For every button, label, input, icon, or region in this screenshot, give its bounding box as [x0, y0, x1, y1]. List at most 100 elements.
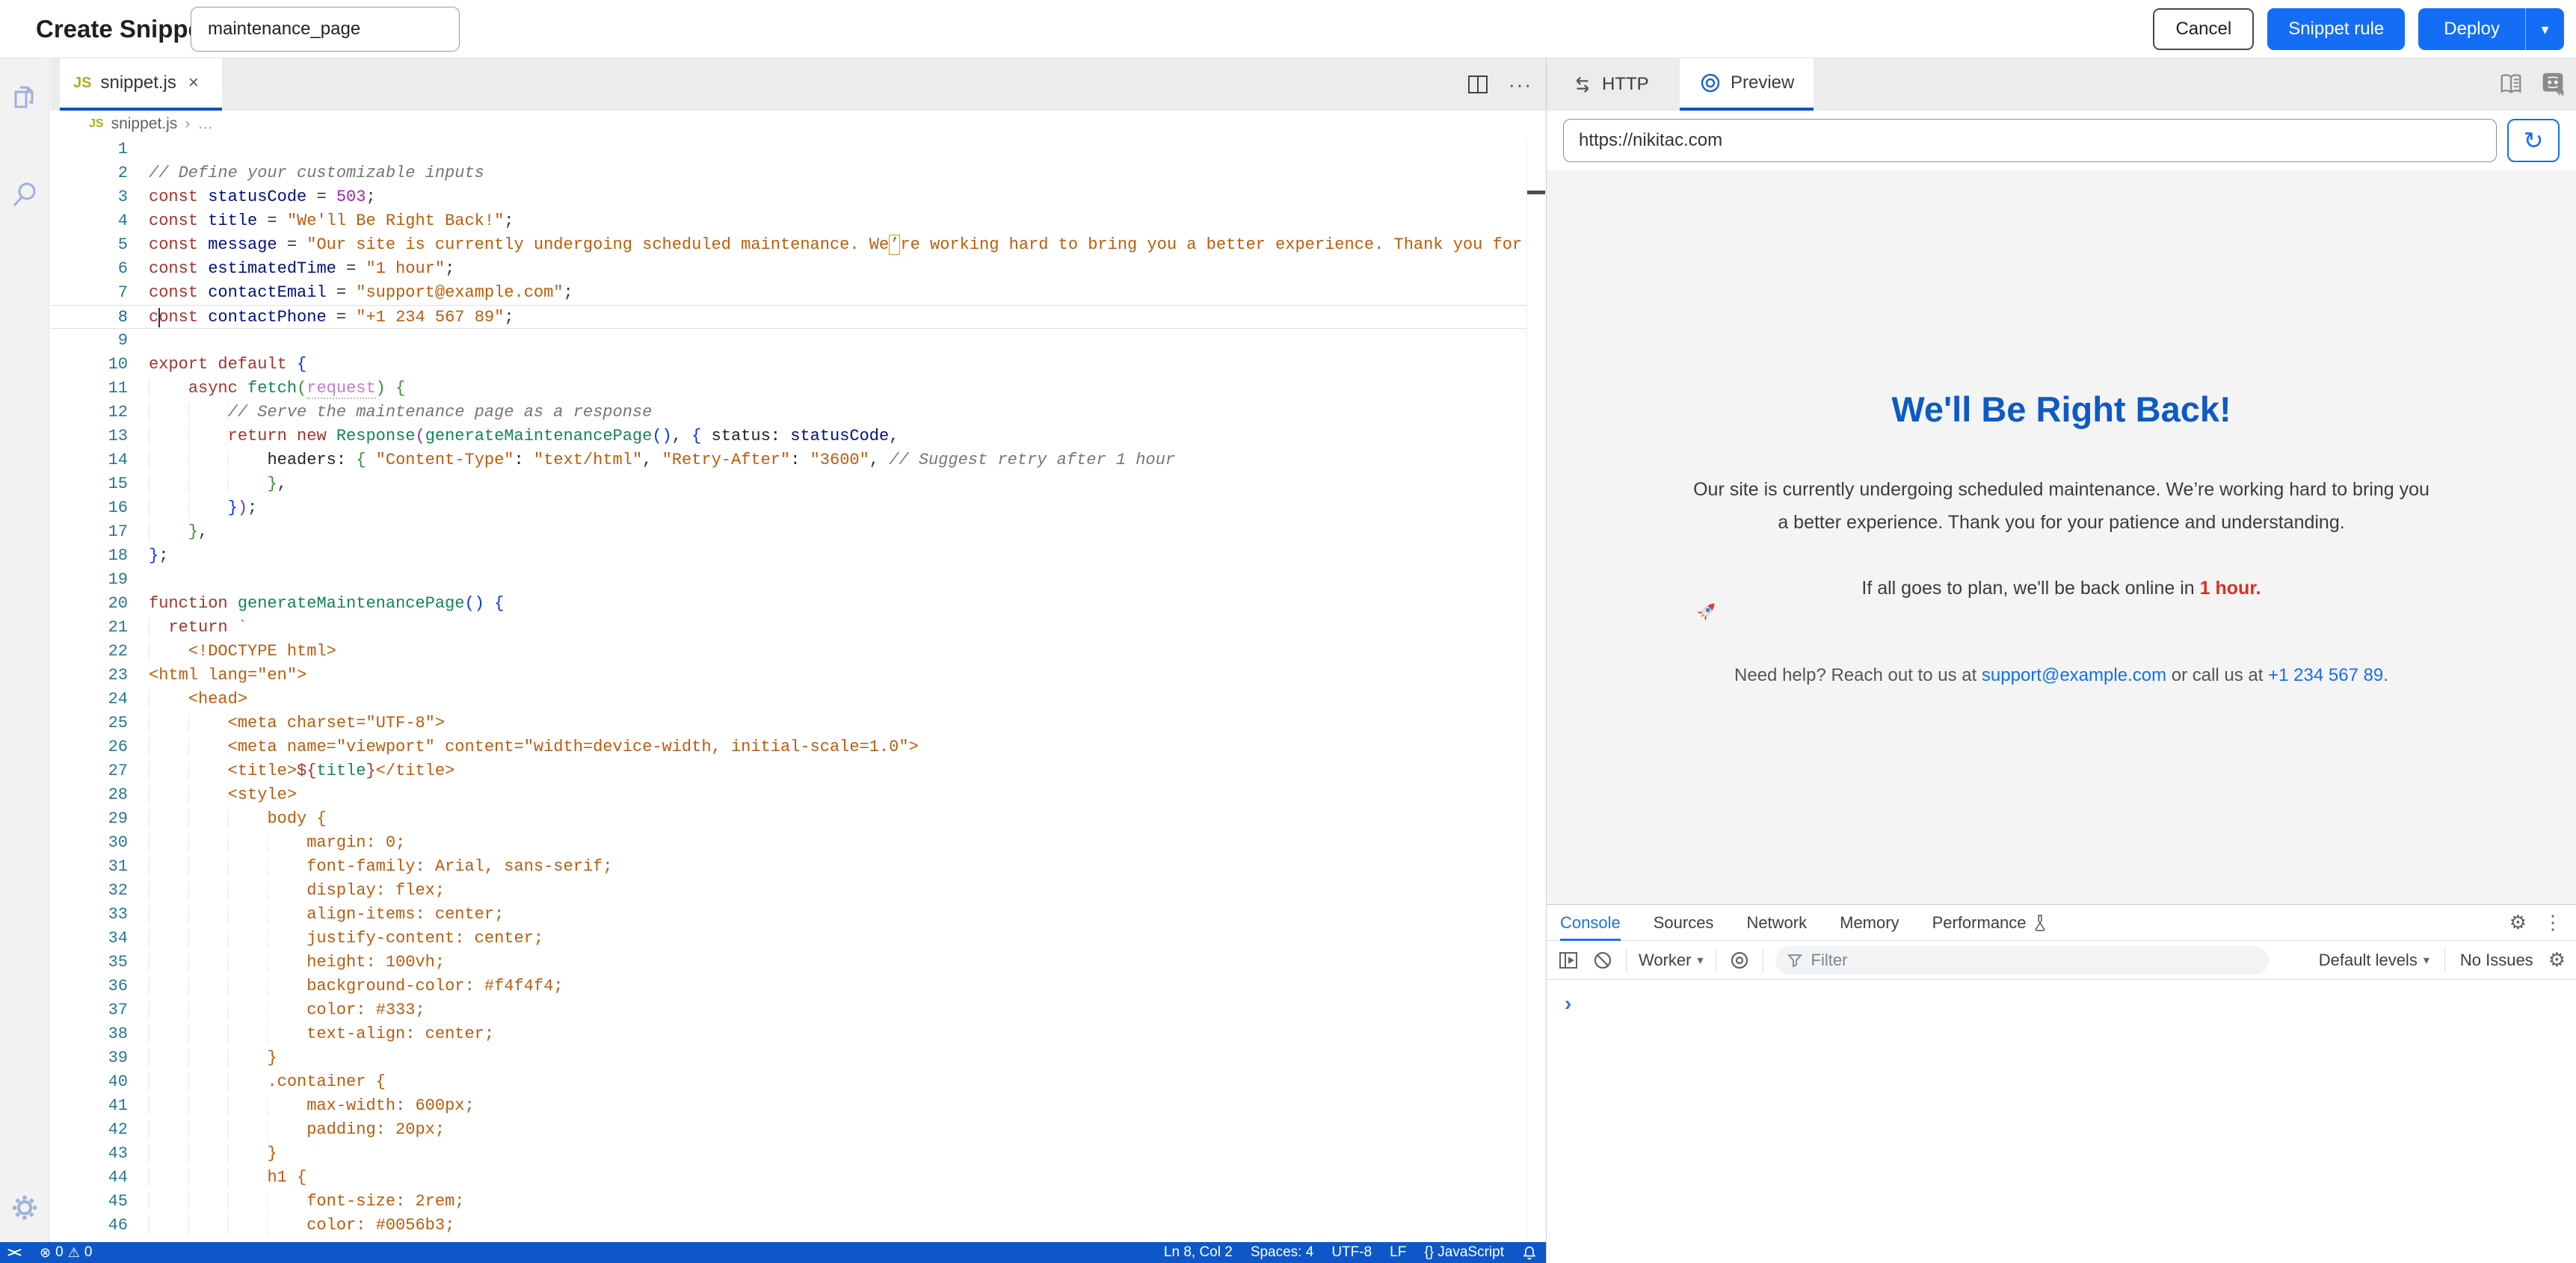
maintenance-page: We'll Be Right Back! Our site is current…: [1692, 389, 2432, 686]
code-line[interactable]: 29 body {: [50, 807, 1546, 831]
tab-network[interactable]: Network: [1746, 905, 1807, 941]
page-title: Create Snippet: [36, 15, 210, 43]
code-line[interactable]: 1: [50, 138, 1546, 161]
line-number: 26: [50, 735, 128, 759]
tab-http[interactable]: HTTP: [1553, 58, 1668, 111]
code-line[interactable]: 9: [50, 329, 1546, 353]
code-line[interactable]: 23<html lang="en">: [50, 664, 1546, 688]
gear-icon[interactable]: ⚙: [2509, 911, 2527, 934]
code-line[interactable]: 15 },: [50, 472, 1546, 496]
editor-scrollbar[interactable]: [1526, 137, 1546, 1242]
remote-indicator-icon[interactable]: ><: [0, 1242, 31, 1263]
docs-book-icon[interactable]: [2498, 72, 2524, 96]
kebab-menu-icon[interactable]: ⋮: [2543, 911, 2563, 934]
files-icon[interactable]: [10, 82, 40, 112]
encoding[interactable]: UTF-8: [1322, 1244, 1381, 1261]
code-line[interactable]: 25 <meta charset="UTF-8">: [50, 711, 1546, 735]
notifications-bell-icon[interactable]: [1513, 1245, 1546, 1260]
email-link[interactable]: support@example.com: [1982, 665, 2166, 685]
language-mode[interactable]: {} JavaScript: [1415, 1244, 1513, 1261]
code-line[interactable]: 27 <title>${title}</title>: [50, 759, 1546, 783]
deploy-dropdown-button[interactable]: ▾: [2525, 8, 2564, 50]
breadcrumb-file[interactable]: snippet.js: [111, 115, 178, 133]
split-editor-icon[interactable]: [1467, 73, 1489, 96]
code-area[interactable]: 12// Define your customizable inputs3con…: [50, 137, 1546, 1242]
close-icon[interactable]: ×: [188, 72, 199, 93]
code-line[interactable]: 19: [50, 568, 1546, 592]
code-line[interactable]: 4const title = "We'll Be Right Back!";: [50, 209, 1546, 233]
search-icon[interactable]: [10, 179, 40, 209]
code-line[interactable]: 21 return `: [50, 616, 1546, 640]
code-line[interactable]: 13 return new Response(generateMaintenan…: [50, 424, 1546, 448]
code-line[interactable]: 36 background-color: #f4f4f4;: [50, 975, 1546, 998]
console-filter-input[interactable]: Filter: [1775, 946, 2269, 975]
code-line[interactable]: 33 align-items: center;: [50, 903, 1546, 927]
code-line[interactable]: 38 text-align: center;: [50, 1022, 1546, 1046]
code-line[interactable]: 16 });: [50, 496, 1546, 520]
issues-counter[interactable]: No Issues: [2460, 951, 2533, 970]
code-line[interactable]: 34 justify-content: center;: [50, 927, 1546, 951]
code-line[interactable]: 3const statusCode = 503;: [50, 185, 1546, 209]
code-line[interactable]: 39 }: [50, 1046, 1546, 1070]
breadcrumb-more[interactable]: …: [197, 115, 213, 133]
snippet-rule-button[interactable]: Snippet rule: [2267, 8, 2405, 50]
discord-icon[interactable]: [2540, 72, 2566, 97]
code-line[interactable]: 22 <!DOCTYPE html>: [50, 640, 1546, 664]
url-input[interactable]: [1563, 119, 2497, 162]
snippet-name-input[interactable]: [191, 7, 460, 52]
code-line[interactable]: 43 }: [50, 1142, 1546, 1166]
clear-console-icon[interactable]: [1591, 949, 1614, 972]
activity-bar: [0, 58, 49, 1242]
console-sidebar-icon[interactable]: [1557, 949, 1580, 972]
code-line[interactable]: 42 padding: 20px;: [50, 1118, 1546, 1142]
code-line[interactable]: 32 display: flex;: [50, 879, 1546, 903]
settings-gear-icon[interactable]: [10, 1193, 40, 1223]
tab-performance[interactable]: Performance: [1932, 905, 2047, 941]
code-line[interactable]: 30 margin: 0;: [50, 831, 1546, 855]
code-line[interactable]: 31 font-family: Arial, sans-serif;: [50, 855, 1546, 879]
indentation[interactable]: Spaces: 4: [1242, 1244, 1323, 1261]
code-line[interactable]: 41 max-width: 600px;: [50, 1094, 1546, 1118]
code-line[interactable]: 44 h1 {: [50, 1166, 1546, 1190]
tab-snippet-js[interactable]: JS snippet.js ×: [60, 58, 222, 111]
console-prompt-chevron[interactable]: ›: [1565, 992, 1571, 1016]
console-settings-gear-icon[interactable]: ⚙: [2548, 948, 2566, 972]
code-line[interactable]: 20function generateMaintenancePage() {: [50, 592, 1546, 616]
code-line[interactable]: 12 // Serve the maintenance page as a re…: [50, 401, 1546, 424]
context-selector[interactable]: Worker ▾: [1639, 951, 1704, 970]
phone-link[interactable]: +1 234 567 89: [2268, 665, 2383, 685]
log-levels-dropdown[interactable]: Default levels ▾: [2319, 951, 2429, 970]
deploy-button[interactable]: Deploy: [2418, 8, 2525, 50]
more-actions-icon[interactable]: ···: [1509, 73, 1532, 96]
problems-indicator[interactable]: ⊗ 0 ⚠ 0: [31, 1242, 101, 1263]
cancel-button[interactable]: Cancel: [2153, 8, 2254, 50]
tab-preview[interactable]: Preview: [1680, 58, 1814, 111]
line-content: justify-content: center;: [149, 927, 543, 951]
code-line[interactable]: 46 color: #0056b3;: [50, 1214, 1546, 1238]
cursor-position[interactable]: Ln 8, Col 2: [1155, 1244, 1242, 1261]
code-line[interactable]: 35 height: 100vh;: [50, 951, 1546, 975]
code-line[interactable]: 37 color: #333;: [50, 998, 1546, 1022]
code-line[interactable]: 28 <style>: [50, 783, 1546, 807]
code-line[interactable]: 6const estimatedTime = "1 hour";: [50, 257, 1546, 281]
tab-sources[interactable]: Sources: [1654, 905, 1714, 941]
code-line[interactable]: 10export default {: [50, 353, 1546, 377]
live-expression-eye-icon[interactable]: [1728, 949, 1751, 972]
code-line[interactable]: 45 font-size: 2rem;: [50, 1190, 1546, 1214]
code-line[interactable]: 18};: [50, 544, 1546, 568]
code-line[interactable]: 11 async fetch(request) {: [50, 377, 1546, 401]
refresh-button[interactable]: ↻: [2507, 119, 2560, 162]
tab-console[interactable]: Console: [1560, 905, 1621, 941]
tab-memory[interactable]: Memory: [1840, 905, 1899, 941]
code-line[interactable]: 8const contactPhone = "+1 234 567 89";: [50, 305, 1546, 329]
eol-sequence[interactable]: LF: [1381, 1244, 1415, 1261]
code-line[interactable]: 5const message = "Our site is currently …: [50, 233, 1546, 257]
breadcrumb[interactable]: JS snippet.js › …: [50, 111, 1546, 137]
code-line[interactable]: 2// Define your customizable inputs: [50, 161, 1546, 185]
code-line[interactable]: 40 .container {: [50, 1070, 1546, 1094]
code-line[interactable]: 24 <head>: [50, 688, 1546, 711]
code-line[interactable]: 7const contactEmail = "support@example.c…: [50, 281, 1546, 305]
code-line[interactable]: 14 headers: { "Content-Type": "text/html…: [50, 448, 1546, 472]
code-line[interactable]: 17 },: [50, 520, 1546, 544]
code-line[interactable]: 26 <meta name="viewport" content="width=…: [50, 735, 1546, 759]
